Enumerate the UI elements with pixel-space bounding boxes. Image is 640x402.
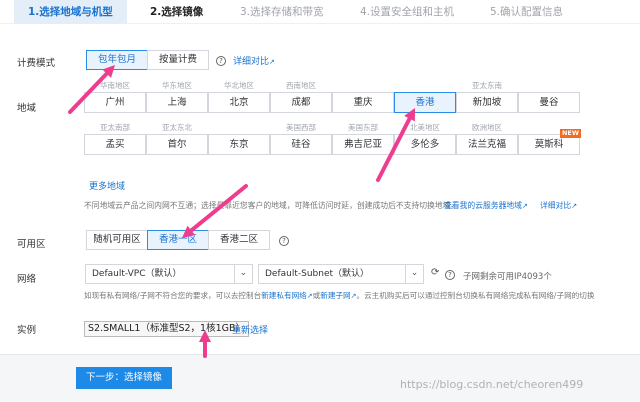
network-label: 网络	[17, 274, 37, 285]
region-option[interactable]: 香港	[394, 80, 456, 114]
region-option[interactable]: 欧洲地区 法兰克福	[456, 122, 518, 156]
region-city-button[interactable]: 孟买	[84, 134, 146, 155]
region-area-label: 西南地区	[286, 81, 316, 90]
region-city-button[interactable]: 上海	[146, 92, 208, 113]
billing-option-payg[interactable]: 按量计费	[147, 50, 209, 70]
step-5: 5.确认配置信息	[490, 6, 564, 18]
external-link-icon: ↗	[521, 202, 528, 210]
region-area-label: 华南地区	[100, 81, 130, 90]
question-circle-icon[interactable]: ?	[445, 270, 455, 280]
region-option[interactable]: 西南地区 成都	[270, 80, 332, 114]
region-city-button[interactable]: 首尔	[146, 134, 208, 155]
refresh-icon[interactable]: ⟳	[431, 267, 439, 278]
external-link-icon: ↗	[269, 58, 275, 66]
zone-option-random[interactable]: 随机可用区	[86, 230, 148, 250]
region-option[interactable]: 亚太东北 首尔	[146, 122, 208, 156]
step-3: 3.选择存储和带宽	[240, 6, 324, 18]
region-city-button[interactable]: 曼谷	[518, 92, 580, 113]
region-label: 地域	[17, 103, 37, 114]
region-city-button[interactable]: 东京	[208, 134, 270, 155]
network-hint-suffix: 。云主机购买后可以通过控制台切换私有网络完成私有网络/子网的切换	[356, 291, 595, 300]
region-city-button[interactable]: 法兰克福	[456, 134, 518, 155]
zone-option-hk2[interactable]: 香港二区	[208, 230, 270, 250]
instance-label: 实例	[17, 325, 37, 336]
question-circle-icon[interactable]: ?	[216, 56, 226, 66]
region-option[interactable]: 华北地区 北京	[208, 80, 270, 114]
region-area-label: 亚太东南	[472, 81, 502, 90]
region-area-label: 华北地区	[224, 81, 254, 90]
region-city-button[interactable]: 多伦多	[394, 134, 456, 155]
region-area-label: 北美地区	[410, 123, 440, 132]
region-area-label: 美国东部	[348, 123, 378, 132]
billing-label: 计费模式	[17, 58, 56, 69]
network-hint-prefix: 如现有私有网络/子网不符合您的要求，可以去控制台	[84, 291, 262, 300]
region-area-label: 美国西部	[286, 123, 316, 132]
create-vpc-link[interactable]: 新建私有网络	[261, 291, 307, 300]
region-option[interactable]: 莫斯科 NEW	[518, 122, 581, 156]
my-region-link[interactable]: 查看我的云服务器地域↗	[444, 200, 528, 211]
region-option[interactable]: 华东地区 上海	[146, 80, 208, 114]
chevron-down-icon: ⌄	[234, 265, 252, 283]
region-area-label: 欧洲地区	[472, 123, 502, 132]
wizard-steps: 1.选择地域与机型 2.选择镜像 3.选择存储和带宽 4.设置安全组和主机 5.…	[0, 0, 640, 24]
billing-compare-link[interactable]: 详细对比↗	[233, 54, 275, 67]
step-1[interactable]: 1.选择地域与机型	[14, 0, 127, 24]
region-compare-link[interactable]: 详细对比↗	[540, 200, 577, 211]
subnet-remaining-ips: 子网剩余可用IP4093个	[463, 272, 552, 282]
region-note: 不同地域云产品之间内网不互通；选择最靠近您客户的地域，可降低访问时延，创建成功后…	[84, 201, 459, 210]
billing-option-monthly[interactable]: 包年包月	[86, 50, 148, 70]
region-option[interactable]: 亚太东南 新加坡	[456, 80, 518, 114]
region-city-button[interactable]: 广州	[84, 92, 146, 113]
network-hint: 如现有私有网络/子网不符合您的要求，可以去控制台新建私有网络↗或新建子网↗。云主…	[84, 290, 594, 301]
region-option[interactable]: 亚太南部 孟买	[84, 122, 146, 156]
region-option[interactable]: 重庆	[332, 80, 394, 114]
watermark: https://blog.csdn.net/cheoren499	[400, 378, 584, 391]
zone-label: 可用区	[17, 239, 46, 250]
vpc-select[interactable]: Default-VPC（默认） ⌄	[85, 264, 253, 284]
region-option[interactable]: 东京	[208, 122, 270, 156]
region-city-button[interactable]: 硅谷	[270, 134, 332, 155]
region-city-button[interactable]: 新加坡	[456, 92, 518, 113]
external-link-icon: ↗	[571, 202, 578, 210]
region-city-button[interactable]: 北京	[208, 92, 270, 113]
region-area-label: 亚太南部	[100, 123, 130, 132]
step-4: 4.设置安全组和主机	[360, 6, 455, 18]
region-option[interactable]: 美国西部 硅谷	[270, 122, 332, 156]
chevron-down-icon: ⌄	[405, 265, 423, 283]
instance-type-value: S2.SMALL1（标准型S2，1核1GB）	[84, 321, 249, 337]
region-city-button[interactable]: 成都	[270, 92, 332, 113]
region-city-button[interactable]: 重庆	[332, 92, 394, 113]
new-badge: NEW	[559, 129, 581, 138]
region-city-button[interactable]: 香港	[394, 92, 456, 113]
reselect-instance-link[interactable]: 重新选择	[232, 323, 268, 336]
region-city-button[interactable]: 弗吉尼亚	[332, 134, 394, 155]
more-regions-link[interactable]: 更多地域	[89, 179, 125, 192]
create-subnet-link[interactable]: 新建子网	[320, 291, 350, 300]
next-step-button[interactable]: 下一步：选择镜像	[76, 367, 172, 389]
step-2[interactable]: 2.选择镜像	[150, 0, 203, 24]
region-area-label: 亚太东北	[162, 123, 192, 132]
region-area-label: 华东地区	[162, 81, 192, 90]
subnet-select[interactable]: Default-Subnet（默认） ⌄	[258, 264, 424, 284]
question-circle-icon[interactable]: ?	[279, 236, 289, 246]
region-option[interactable]: 华南地区 广州	[84, 80, 146, 114]
region-option[interactable]: 曼谷	[518, 80, 580, 114]
region-option[interactable]: 美国东部 弗吉尼亚	[332, 122, 394, 156]
zone-option-hk1[interactable]: 香港一区	[147, 230, 209, 250]
region-option[interactable]: 北美地区 多伦多	[394, 122, 456, 156]
